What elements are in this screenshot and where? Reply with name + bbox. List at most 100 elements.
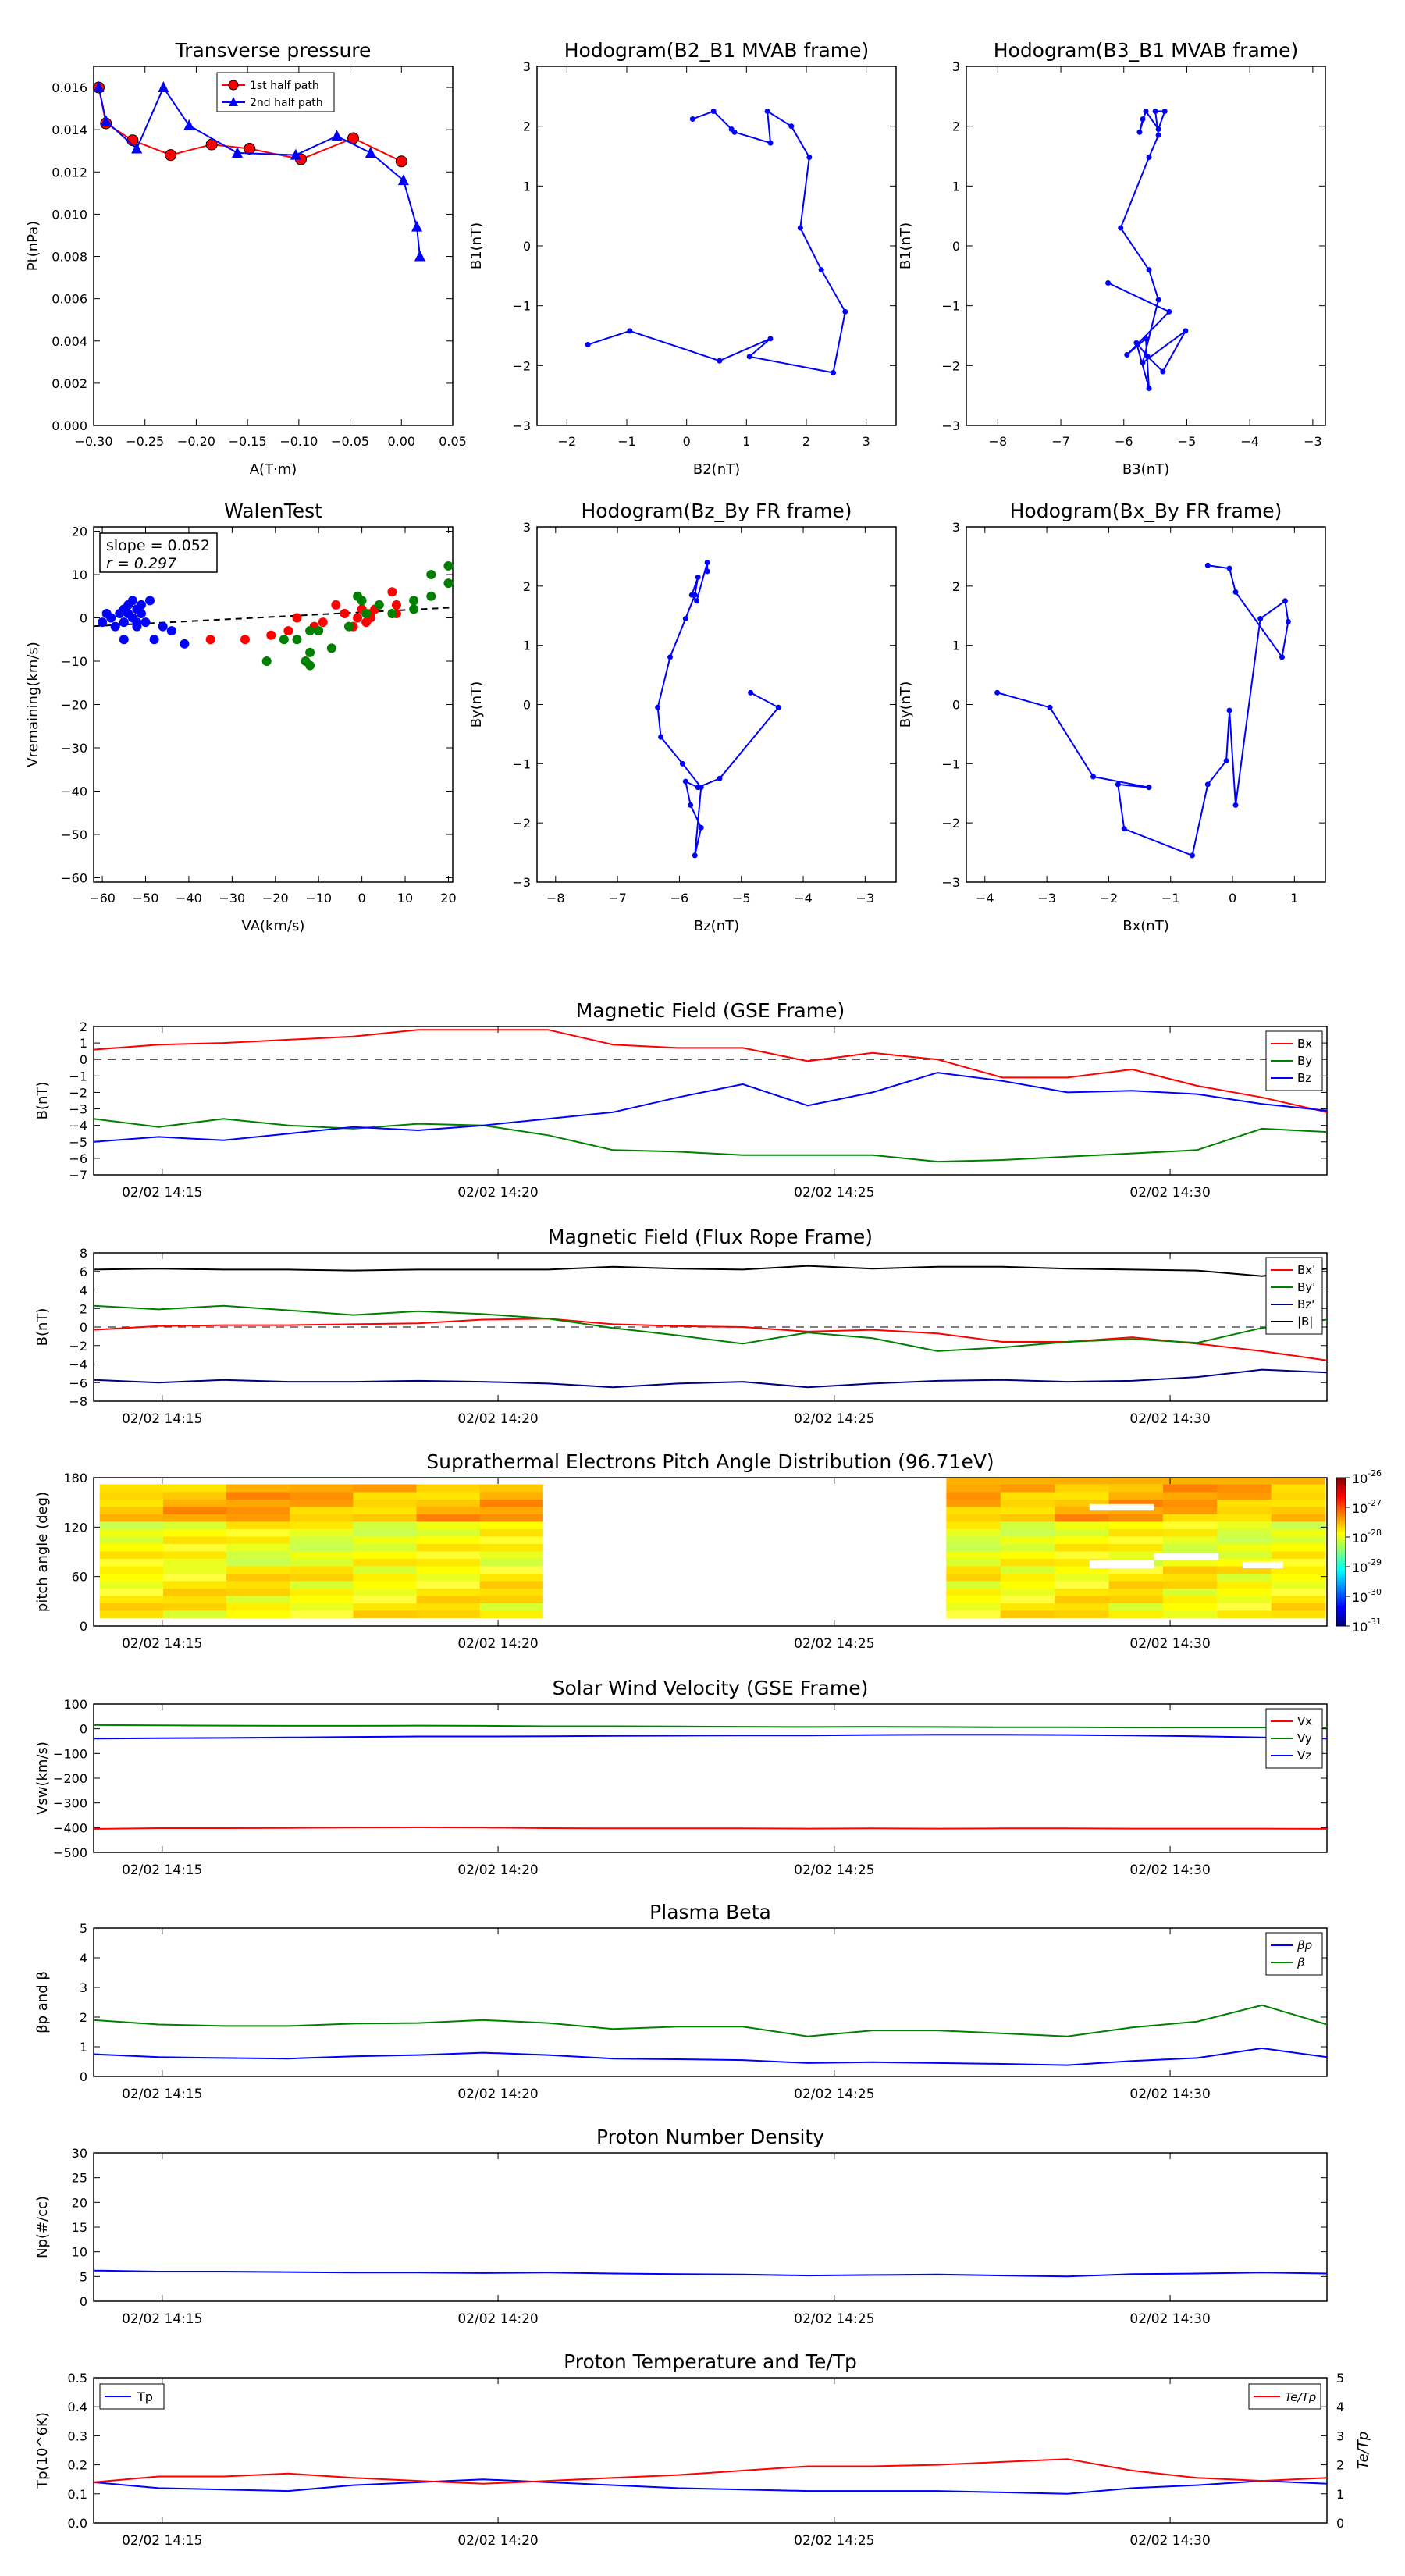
y-axis-label: B1(nT) <box>898 222 914 269</box>
heatmap-cell <box>99 1588 164 1596</box>
y-tick-label: −8 <box>69 1394 87 1409</box>
y-tick-label: 60 <box>72 1570 87 1585</box>
series-line <box>93 1734 1328 1740</box>
colorbar-exponent: -30 <box>1368 1587 1382 1597</box>
heatmap-cell <box>1162 1528 1218 1537</box>
heatmap-cell <box>1162 1484 1218 1493</box>
heatmap-cell <box>1000 1543 1055 1552</box>
y-tick-label: 180 <box>63 1471 87 1485</box>
plot-frame <box>536 66 897 426</box>
heatmap-cell <box>946 1514 1001 1522</box>
heatmap-cell <box>416 1580 481 1589</box>
legend <box>1265 1932 1323 1976</box>
series-line <box>587 109 846 374</box>
heatmap-cell <box>99 1573 164 1582</box>
heatmap-cell <box>290 1484 354 1493</box>
data-point <box>1124 352 1130 358</box>
heatmap-cell <box>99 1558 164 1567</box>
heatmap-cell <box>1055 1484 1109 1493</box>
data-point <box>149 635 159 645</box>
data-point <box>443 560 454 571</box>
heatmap-cell <box>1108 1580 1164 1589</box>
heatmap-cell <box>946 1573 1001 1582</box>
y-tick-label: −60 <box>61 870 87 885</box>
heatmap-cell <box>353 1543 418 1552</box>
heatmap-cell <box>1217 1550 1272 1559</box>
heatmap-cell <box>946 1484 1001 1493</box>
heatmap-cell <box>1217 1580 1272 1589</box>
heatmap-cell <box>1000 1558 1055 1567</box>
heatmap-cell <box>226 1610 290 1618</box>
x-tick-label: 02/02 14:25 <box>794 1636 874 1652</box>
x-tick-label: 02/02 14:20 <box>457 1185 538 1201</box>
heatmap-cell <box>1000 1603 1055 1611</box>
legend-label: By <box>1297 1054 1312 1068</box>
data-point <box>1144 354 1151 360</box>
x-axis-label: B2(nT) <box>693 461 740 478</box>
y2-tick-label: 4 <box>1336 2400 1344 2414</box>
y-tick-label: 0.008 <box>52 250 87 265</box>
legend-label: By' <box>1297 1280 1315 1294</box>
data-point <box>767 140 774 146</box>
heatmap-cell <box>1271 1506 1326 1514</box>
x-axis-label: VA(km/s) <box>242 918 305 934</box>
y-tick-label: −1 <box>512 299 531 314</box>
heatmap-cell <box>1162 1499 1218 1507</box>
heatmap-cell <box>353 1491 418 1500</box>
series-line <box>93 1265 1328 1277</box>
data-point <box>279 635 289 645</box>
heatmap-cell <box>946 1491 1001 1500</box>
heatmap-cell <box>479 1543 544 1552</box>
y-tick-label: 0.0 <box>68 2516 87 2531</box>
x-tick-label: 1 <box>1290 891 1298 906</box>
data-point <box>1204 781 1211 788</box>
legend-label: Tp <box>137 2389 153 2404</box>
heatmap-cell <box>946 1603 1001 1611</box>
y-tick-label: −1 <box>941 756 960 771</box>
data-point <box>1226 565 1232 571</box>
data-point <box>1155 132 1161 138</box>
data-point <box>1115 781 1121 788</box>
y-tick-label: 0.004 <box>52 334 87 349</box>
data-point <box>305 626 315 636</box>
heatmap-cell <box>290 1580 354 1589</box>
y-tick-label: −2 <box>941 358 960 373</box>
heatmap-cell <box>946 1521 1001 1529</box>
data-point <box>426 591 436 601</box>
x-tick-label: 02/02 14:30 <box>1129 2311 1210 2327</box>
heatmap-cell <box>226 1499 290 1507</box>
heatmap-cell <box>99 1565 164 1574</box>
heatmap-cell <box>162 1595 227 1603</box>
heatmap-cell <box>226 1491 290 1500</box>
y-tick-label: −7 <box>69 1168 87 1183</box>
y-tick-label: 3 <box>523 59 531 74</box>
heatmap-cell <box>226 1484 290 1493</box>
y-tick-label: −300 <box>53 1796 87 1811</box>
y-axis-label: Np(#/cc) <box>34 2196 51 2258</box>
heatmap-cell <box>946 1499 1001 1507</box>
plot-frame <box>93 66 454 426</box>
data-point <box>698 824 704 831</box>
data-point <box>746 354 752 360</box>
y-tick-label: 1 <box>523 639 531 653</box>
heatmap-cell <box>1108 1543 1164 1552</box>
heatmap-cell <box>479 1580 544 1589</box>
heatmap-cell <box>1162 1595 1218 1603</box>
data-point <box>343 621 354 632</box>
heatmap-cell <box>226 1521 290 1529</box>
heatmap-cell <box>162 1610 227 1618</box>
chart-vsw: Solar Wind Velocity (GSE Frame) Vsw(km/s)… <box>34 1677 1328 1878</box>
data-point <box>1155 126 1161 132</box>
y2-tick-label: 2 <box>1336 2458 1344 2473</box>
heatmap-cell <box>1108 1514 1164 1522</box>
data-point <box>158 621 168 632</box>
data-point <box>414 250 425 262</box>
x-tick-label: −0.15 <box>229 434 267 449</box>
y-tick-label: 5 <box>80 1921 87 1936</box>
heatmap-cell <box>1243 1561 1283 1569</box>
heatmap-cell <box>1089 1503 1154 1511</box>
heatmap-cell <box>1055 1514 1109 1522</box>
legend-marker <box>228 80 239 91</box>
y-tick-label: 0.2 <box>68 2458 87 2473</box>
heatmap-cell <box>479 1603 544 1611</box>
